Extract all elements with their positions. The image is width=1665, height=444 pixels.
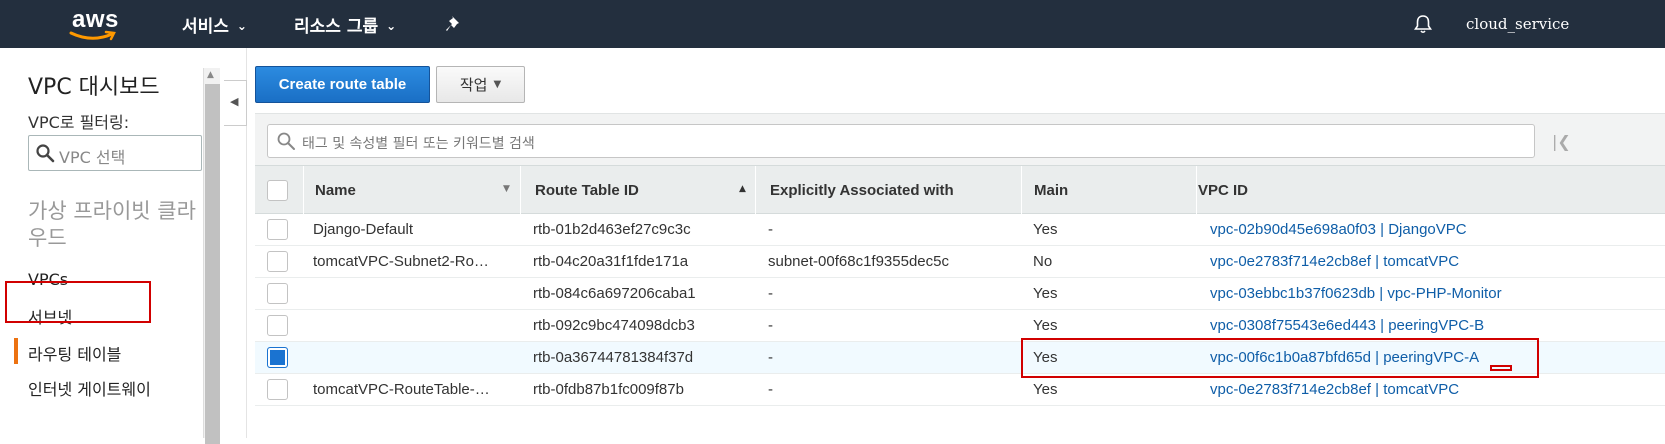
vpc-filter-label: VPC로 필터링: [28, 113, 130, 132]
cell-main: Yes [1033, 221, 1058, 238]
top-navigation: aws 서비스 ⌄ 리소스 그룹 ⌄ cloud_service [0, 0, 1665, 48]
search-icon [36, 144, 55, 163]
column-header-name[interactable]: Name [305, 166, 520, 214]
cell-association: - [768, 349, 773, 366]
column-header-explicitly-associated-label: Explicitly Associated with [770, 181, 954, 199]
table-row[interactable]: rtb-084c6a697206caba1 - Yes vpc-03ebbc1b… [255, 278, 1665, 310]
sort-ascending-icon[interactable]: ▲ [739, 184, 746, 194]
table-row[interactable]: tomcatVPC-Subnet2-Ro… rtb-04c20a31f1fde1… [255, 246, 1665, 278]
column-header-name-label: Name [315, 181, 356, 199]
cell-name: tomcatVPC-Subnet2-Ro… [313, 253, 489, 270]
sidebar-item-internet-gateways[interactable]: 인터넷 게이트웨이 [28, 376, 151, 400]
aws-smile-icon [69, 30, 116, 41]
cell-main: No [1033, 253, 1053, 270]
column-header-vpc-id-label: VPC ID [1198, 181, 1249, 199]
cell-route-table-id: rtb-0a36744781384f37d [533, 349, 694, 366]
services-menu[interactable]: 서비스 ⌄ [182, 12, 247, 37]
column-separator [303, 166, 304, 214]
row-checkbox[interactable] [267, 379, 288, 400]
sidebar-section-title: 가상 프라이빗 클라우드 [28, 199, 196, 250]
column-separator [1021, 166, 1022, 214]
cell-vpc-id-link[interactable]: vpc-0e2783f714e2cb8ef | tomcatVPC [1210, 374, 1660, 405]
table-row[interactable]: tomcatVPC-RouteTable-… rtb-0fdb87b1fc009… [255, 374, 1665, 406]
cell-vpc-id-link[interactable]: vpc-0e2783f714e2cb8ef | tomcatVPC [1210, 246, 1660, 277]
cell-name [313, 310, 513, 341]
cell-name [313, 278, 513, 309]
cell-main: Yes [1033, 381, 1058, 398]
actions-button[interactable]: 작업 ▼ [436, 66, 525, 103]
row-checkbox[interactable] [267, 251, 288, 272]
aws-logo[interactable]: aws [68, 6, 124, 41]
table-row[interactable]: Django-Default rtb-01b2d463ef27c9c3c - Y… [255, 214, 1665, 246]
column-header-vpc-id[interactable]: VPC ID [1188, 166, 1488, 214]
scroll-up-icon[interactable]: ▲ [207, 70, 214, 80]
column-separator [520, 166, 521, 214]
create-route-table-button[interactable]: Create route table [255, 66, 430, 103]
cell-association: - [768, 317, 773, 334]
search-placeholder: 태그 및 속성별 필터 또는 키워드별 검색 [302, 136, 535, 152]
pin-icon[interactable] [445, 14, 465, 34]
cell-route-table-id: rtb-04c20a31f1fde171a [533, 253, 689, 270]
cell-association: subnet-00f68c1f9355dec5c [768, 253, 949, 270]
bell-icon[interactable] [1412, 13, 1434, 35]
sidebar: VPC 대시보드 VPC로 필터링: VPC 선택 가상 프라이빗 클라우드 V… [0, 48, 205, 438]
table-header: Name ▼ Route Table ID ▲ Explicitly Assoc… [255, 165, 1665, 214]
highlight-box [5, 281, 151, 323]
cell-association: - [768, 221, 773, 238]
chevron-left-icon: ◀ [230, 95, 239, 108]
sidebar-scrollbar[interactable]: ▲ [203, 68, 220, 444]
resource-groups-menu[interactable]: 리소스 그룹 ⌄ [294, 12, 396, 37]
cell-vpc-id-link[interactable]: vpc-02b90d45e698a0f03 | DjangoVPC [1210, 214, 1660, 245]
first-page-icon[interactable]: |❮ [1552, 132, 1571, 151]
column-header-main[interactable]: Main [1024, 166, 1194, 214]
chevron-down-icon: ⌄ [386, 19, 397, 33]
cell-route-table-id: rtb-084c6a697206caba1 [533, 285, 696, 302]
sidebar-item-route-tables[interactable]: 라우팅 테이블 [28, 341, 121, 365]
row-checkbox[interactable] [267, 315, 288, 336]
column-header-route-table-id-label: Route Table ID [535, 181, 639, 199]
cell-main: Yes [1033, 285, 1058, 302]
row-checkbox-checked[interactable] [267, 347, 288, 368]
cell-route-table-id: rtb-092c9bc474098dcb3 [533, 317, 695, 334]
caret-down-icon: ▼ [493, 79, 502, 90]
column-separator [755, 166, 756, 214]
cell-route-table-id: rtb-01b2d463ef27c9c3c [533, 221, 691, 238]
actions-label: 작업 [459, 76, 488, 94]
row-checkbox[interactable] [267, 283, 288, 304]
cell-main: Yes [1033, 317, 1058, 334]
row-checkbox[interactable] [267, 219, 288, 240]
cell-route-table-id: rtb-0fdb87b1fc009f87b [533, 381, 684, 398]
services-label: 서비스 [182, 17, 229, 37]
scrollbar-thumb[interactable] [205, 84, 220, 444]
cell-name: tomcatVPC-RouteTable-… [313, 381, 490, 398]
filter-bar: 태그 및 속성별 필터 또는 키워드별 검색 |❮ [255, 113, 1665, 165]
cell-vpc-id-link[interactable]: vpc-03ebbc1b37f0623db | vpc-PHP-Monitor [1210, 278, 1660, 309]
sort-neutral-icon[interactable]: ▼ [503, 184, 510, 194]
cell-name [313, 342, 513, 373]
search-icon [277, 132, 295, 150]
user-menu[interactable]: cloud_service [1466, 15, 1569, 33]
column-header-explicitly-associated[interactable]: Explicitly Associated with [760, 166, 1020, 214]
cell-association: - [768, 381, 773, 398]
cell-name: Django-Default [313, 221, 414, 238]
column-header-main-label: Main [1034, 181, 1069, 199]
chevron-down-icon: ⌄ [236, 19, 247, 33]
vpc-filter-select[interactable]: VPC 선택 [28, 135, 202, 171]
highlight-box [1021, 338, 1539, 378]
highlight-mark [1490, 365, 1512, 371]
collapse-sidebar-button[interactable]: ◀ [224, 80, 247, 126]
cell-association: - [768, 285, 773, 302]
active-indicator [14, 338, 18, 364]
resource-groups-label: 리소스 그룹 [294, 17, 379, 37]
search-input[interactable]: 태그 및 속성별 필터 또는 키워드별 검색 [267, 124, 1535, 158]
select-all-checkbox[interactable] [267, 180, 288, 201]
column-header-route-table-id[interactable]: Route Table ID [525, 166, 755, 214]
cell-vpc-id-link[interactable]: vpc-0308f75543e6ed443 | peeringVPC-B [1210, 310, 1660, 341]
sidebar-title[interactable]: VPC 대시보드 [28, 69, 160, 101]
vpc-filter-placeholder: VPC 선택 [59, 148, 126, 167]
